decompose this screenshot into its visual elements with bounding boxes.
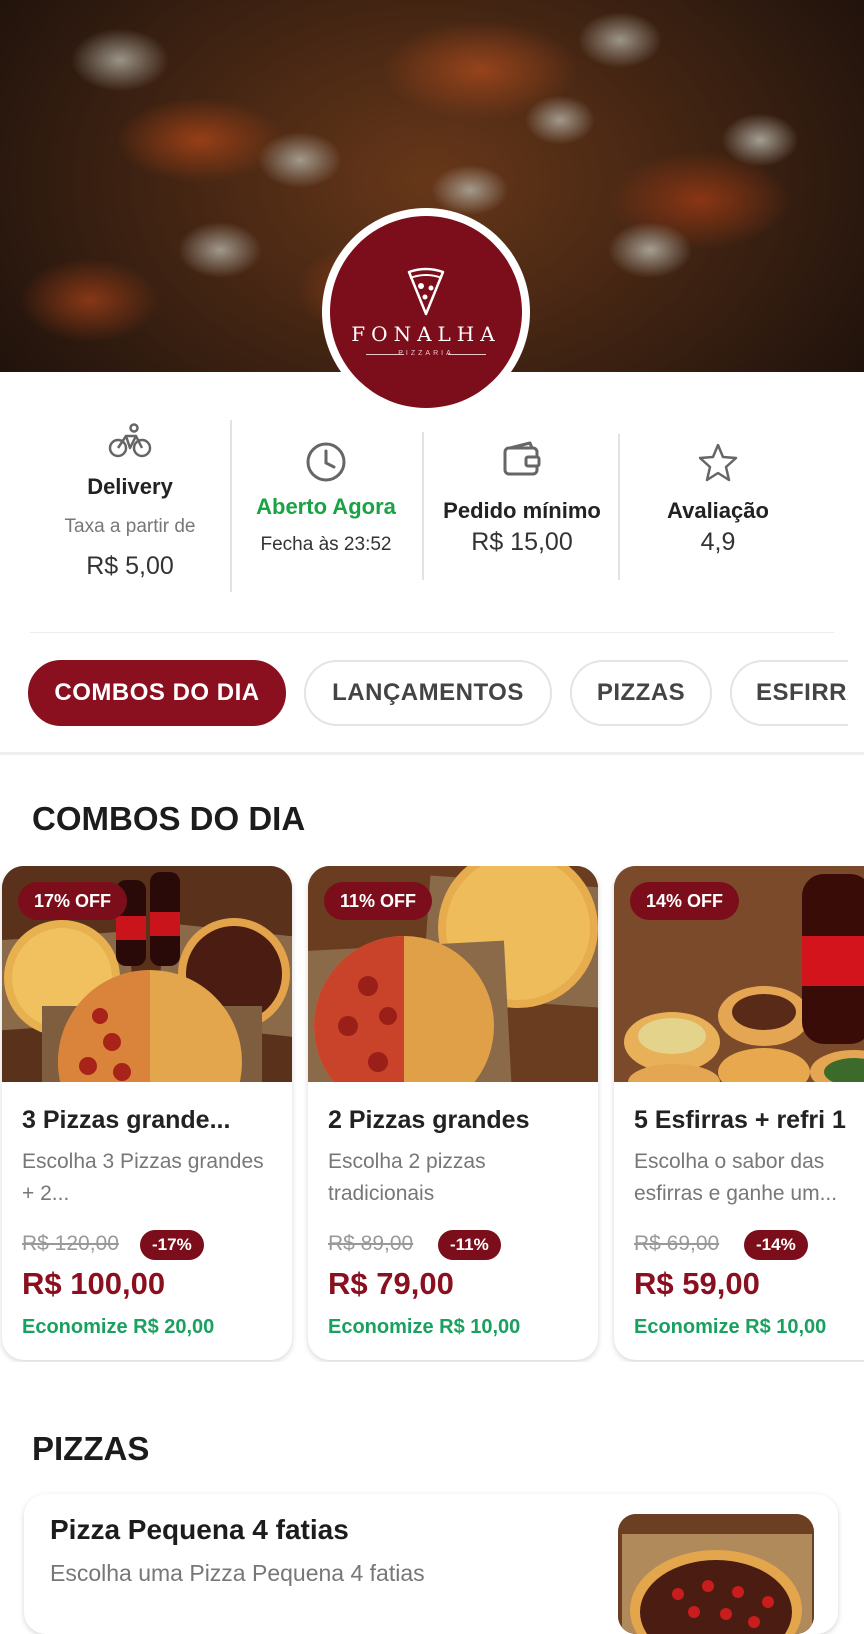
combo-image: 11% OFF <box>308 866 598 1082</box>
rating-title: Avaliação <box>667 498 769 523</box>
saving-text: Economize R$ 10,00 <box>328 1316 521 1338</box>
combo-name: 2 Pizzas grandes <box>328 1106 530 1134</box>
tab-pizzas[interactable]: PIZZAS <box>570 660 712 726</box>
price: R$ 100,00 <box>22 1266 166 1301</box>
minimum-order-value: R$ 15,00 <box>471 528 573 556</box>
combo-image: 17% OFF <box>2 866 292 1082</box>
product-image <box>618 1514 814 1634</box>
discount-badge: 11% OFF <box>324 882 433 920</box>
combo-name: 5 Esfirras + refri 1 <box>634 1106 846 1134</box>
clock-icon <box>306 442 346 482</box>
product-name: Pizza Pequena 4 fatias <box>50 1514 349 1545</box>
discount-badge: 17% OFF <box>18 882 128 920</box>
product-card[interactable]: Pizza Pequena 4 fatias Escolha uma Pizza… <box>24 1494 838 1634</box>
discount-pill: -17% <box>140 1230 204 1260</box>
combo-card[interactable]: 11% OFF 2 Pizzas grandes Escolha 2 pizza… <box>308 866 598 1360</box>
rating-info[interactable]: Avaliação 4,9 <box>618 418 818 593</box>
wallet-icon <box>503 441 541 476</box>
saving-text: Economize R$ 20,00 <box>22 1316 215 1338</box>
combo-description: Escolha 3 Pizzas grandes + 2... <box>22 1150 264 1205</box>
hours-info: Aberto Agora Fecha às 23:52 <box>226 418 426 593</box>
delivery-title: Delivery <box>87 474 173 499</box>
combo-description: Escolha o sabor das esfirras e ganhe um.… <box>634 1150 838 1205</box>
combo-name: 3 Pizzas grande... <box>22 1106 231 1134</box>
discount-pill: -14% <box>744 1230 808 1260</box>
store-info: Delivery Taxa a partir de R$ 5,00 Aberto… <box>30 418 834 593</box>
delivery-fee-value: R$ 5,00 <box>86 552 174 580</box>
store-logo: FONALHA PIZZARIA <box>322 208 530 416</box>
section-divider <box>30 632 834 633</box>
open-status: Aberto Agora <box>256 494 396 519</box>
minimum-order-title: Pedido mínimo <box>443 498 601 523</box>
logo-name: FONALHA <box>351 322 501 346</box>
tab-combos-do-dia[interactable]: COMBOS DO DIA <box>28 660 286 726</box>
tab-esfirras[interactable]: ESFIRRAS <box>730 660 848 726</box>
pizza-slice-icon <box>407 267 445 316</box>
rating-value: 4,9 <box>700 528 736 556</box>
old-price: R$ 69,00 <box>634 1232 720 1255</box>
combo-description: Escolha 2 pizzas tradicionais <box>328 1150 486 1205</box>
star-icon <box>698 443 738 482</box>
combo-image: 14% OFF <box>614 866 864 1082</box>
category-tabs[interactable]: COMBOS DO DIA LANÇAMENTOS PIZZAS ESFIRRA… <box>28 660 848 730</box>
closing-time: Fecha às 23:52 <box>260 534 392 555</box>
price: R$ 59,00 <box>634 1266 760 1301</box>
logo-subtitle: PIZZARIA <box>398 350 454 357</box>
price: R$ 79,00 <box>328 1266 454 1301</box>
combo-card[interactable]: 17% OFF 3 Pizzas grande... Escolha 3 Piz… <box>2 866 292 1360</box>
tabs-border <box>0 752 864 755</box>
discount-pill: -11% <box>438 1230 501 1260</box>
minimum-order-info: Pedido mínimo R$ 15,00 <box>422 418 622 593</box>
combo-card[interactable]: 14% OFF 5 Esfirras + refri 1 Escolha o s… <box>614 866 864 1360</box>
section-title-combos: COMBOS DO DIA <box>32 800 306 837</box>
old-price: R$ 120,00 <box>22 1232 119 1255</box>
combo-carousel[interactable]: 17% OFF 3 Pizzas grande... Escolha 3 Piz… <box>0 866 864 1362</box>
section-title-pizzas: PIZZAS <box>32 1430 150 1467</box>
tab-lancamentos[interactable]: LANÇAMENTOS <box>304 660 552 726</box>
delivery-info: Delivery Taxa a partir de R$ 5,00 <box>30 418 230 593</box>
product-description: Escolha uma Pizza Pequena 4 fatias <box>50 1560 425 1586</box>
logo-badge: FONALHA PIZZARIA <box>330 216 522 408</box>
discount-badge: 14% OFF <box>630 882 740 920</box>
bike-icon <box>108 423 152 458</box>
old-price: R$ 89,00 <box>328 1232 414 1255</box>
logo-line-right <box>448 354 486 355</box>
delivery-fee-label: Taxa a partir de <box>64 516 196 537</box>
saving-text: Economize R$ 10,00 <box>634 1316 827 1338</box>
